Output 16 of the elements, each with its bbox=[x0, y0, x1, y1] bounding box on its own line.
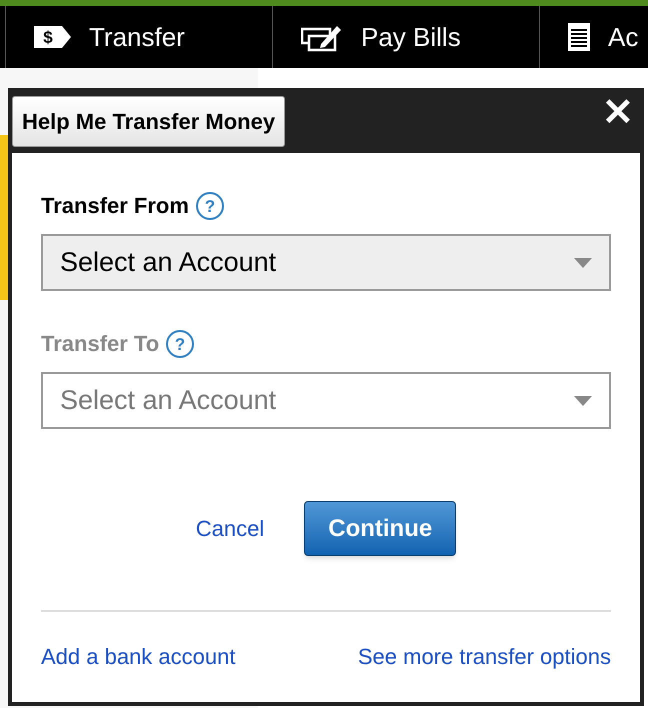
nav-tab[interactable]: Pay Bills bbox=[272, 6, 539, 68]
cancel-link[interactable]: Cancel bbox=[196, 512, 264, 545]
field-label: Transfer From bbox=[41, 192, 189, 220]
caret-icon bbox=[574, 258, 592, 268]
close-button[interactable]: ✕ bbox=[602, 94, 634, 132]
caret-icon bbox=[574, 396, 592, 406]
continue-button[interactable]: Continue bbox=[304, 501, 456, 556]
notepad-icon bbox=[568, 23, 590, 51]
help-icon[interactable]: ? bbox=[194, 190, 225, 220]
field-label: Transfer To bbox=[41, 330, 160, 358]
dialog-title: Help Me Transfer Money bbox=[12, 96, 286, 147]
nav-tab[interactable]: Ac bbox=[539, 6, 648, 68]
account-dropdown[interactable]: Select an Account bbox=[41, 234, 611, 291]
footer-link[interactable]: Add a bank account bbox=[41, 640, 236, 673]
dollar-tag-icon: $ bbox=[34, 26, 71, 48]
footer-link[interactable]: See more transfer options bbox=[358, 640, 611, 673]
